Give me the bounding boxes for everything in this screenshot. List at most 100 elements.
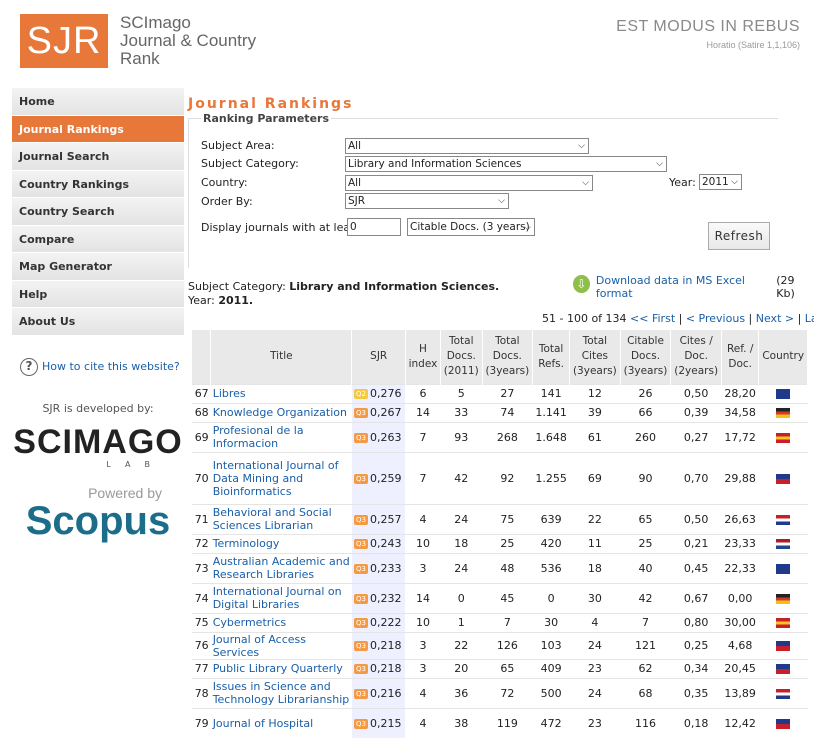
- uk-flag-icon[interactable]: [776, 664, 791, 674]
- country-cell: [758, 658, 808, 678]
- last-page-link[interactable]: Last >>: [805, 312, 814, 325]
- total-docs-cell: 33: [440, 402, 483, 422]
- journal-title-link[interactable]: Journal of Hospital: [213, 717, 314, 730]
- usa-flag-icon[interactable]: [776, 514, 791, 525]
- min-docs-type-select[interactable]: Citable Docs. (3 years) ⌵: [407, 218, 535, 236]
- year-value: 2011: [702, 176, 729, 188]
- journal-title-link[interactable]: International Journal on Digital Librari…: [213, 585, 342, 611]
- total-refs-cell: 639: [532, 503, 570, 534]
- uk-flag-icon[interactable]: [776, 641, 791, 651]
- first-page-link[interactable]: << First: [630, 312, 675, 325]
- scopus-logo[interactable]: Scopus: [12, 499, 184, 544]
- col-ref-per-doc[interactable]: Ref. / Doc.: [721, 330, 760, 384]
- usa-flag-icon[interactable]: [776, 688, 791, 699]
- total-docs-cell: 20: [440, 658, 483, 678]
- next-page-link[interactable]: Next >: [756, 312, 794, 325]
- download-icon[interactable]: ⇩: [573, 275, 590, 293]
- citable-docs-cell: 68: [620, 677, 671, 708]
- subject-area-select[interactable]: All ⌵: [345, 138, 589, 154]
- h-index-cell: 6: [405, 383, 441, 403]
- cite-link[interactable]: How to cite this website?: [42, 360, 180, 373]
- subject-category-select[interactable]: Library and Information Sciences ⌵: [345, 156, 667, 172]
- country-cell: [758, 503, 808, 534]
- country-select[interactable]: All ⌵: [345, 175, 593, 191]
- h-index-cell: 14: [405, 582, 441, 613]
- year-select[interactable]: 2011 ⌵: [699, 174, 742, 190]
- previous-page-link[interactable]: < Previous: [686, 312, 745, 325]
- quartile-badge: Q3: [353, 593, 368, 604]
- sidebar-item-help[interactable]: Help: [12, 280, 184, 308]
- subject-summary-line: Subject Category: Library and Informatio…: [188, 280, 499, 294]
- chevron-down-icon: ⌵: [524, 223, 531, 233]
- refresh-button[interactable]: Refresh: [708, 222, 770, 250]
- journal-title-link[interactable]: Australian Academic and Research Librari…: [213, 555, 350, 581]
- citable-docs-cell: 121: [620, 631, 671, 659]
- rank-number: 76: [192, 631, 211, 659]
- table-row: 77 Public Library Quarterly Q3 0,218 3 20 65 40…: [192, 658, 808, 678]
- sidebar-item-country-rankings[interactable]: Country Rankings: [12, 170, 184, 198]
- cites-per-doc-cell: 0,34: [670, 658, 722, 678]
- col-title[interactable]: Title: [210, 330, 353, 384]
- sidebar-item-map-generator[interactable]: Map Generator: [12, 253, 184, 281]
- journal-title-link[interactable]: Profesional de la Informacion: [213, 424, 304, 450]
- journal-title-link[interactable]: Public Library Quarterly: [213, 662, 343, 675]
- total-docs-3y-cell: 92: [482, 451, 533, 504]
- germany-flag-icon[interactable]: [776, 408, 791, 418]
- total-cites-cell: 12: [569, 383, 621, 403]
- australia-flag-icon[interactable]: [776, 389, 791, 399]
- journal-title-link[interactable]: Terminology: [213, 537, 280, 550]
- table-row: 70 International Journal of Data Mining a…: [192, 451, 808, 504]
- sidebar-item-compare[interactable]: Compare: [12, 225, 184, 253]
- site-name-line1: SCImago: [120, 13, 191, 32]
- ref-per-doc-cell: 26,63: [721, 503, 759, 534]
- subject-category-value: Library and Information Sciences: [348, 158, 522, 170]
- col-cites-per-doc[interactable]: Cites / Doc. (2years): [670, 330, 722, 384]
- netherlands-flag-icon[interactable]: [776, 539, 791, 549]
- quartile-badge: Q2: [353, 389, 368, 399]
- sjr-logo[interactable]: SJR: [20, 14, 108, 68]
- sidebar-item-journal-search[interactable]: Journal Search: [12, 143, 184, 171]
- year-label: Year:: [669, 176, 696, 189]
- country-cell: [758, 707, 808, 738]
- download-excel-link[interactable]: Download data in MS Excel format: [596, 274, 773, 300]
- order-by-select[interactable]: SJR ⌵: [345, 193, 509, 209]
- sidebar-item-about-us[interactable]: About Us: [12, 308, 184, 336]
- australia-flag-icon[interactable]: [776, 563, 791, 574]
- country-cell: [758, 612, 808, 632]
- col-h-index[interactable]: H index: [405, 330, 441, 384]
- sidebar-item-home[interactable]: Home: [12, 88, 184, 116]
- col-total-refs[interactable]: Total Refs.: [532, 330, 571, 384]
- sidebar-item-journal-rankings[interactable]: Journal Rankings: [12, 115, 184, 143]
- spain-flag-icon[interactable]: [776, 432, 791, 443]
- scimago-logo[interactable]: SCIMAGO: [12, 423, 184, 462]
- col-country[interactable]: Country: [758, 330, 808, 384]
- col-sjr[interactable]: SJR: [351, 330, 406, 384]
- journal-title-link[interactable]: Cybermetrics: [213, 616, 286, 629]
- journal-title-link[interactable]: Journal of Access Services: [213, 633, 306, 659]
- total-refs-cell: 0: [532, 582, 570, 613]
- total-docs-3y-cell: 65: [482, 658, 533, 678]
- col-total-docs-3y[interactable]: Total Docs. (3years): [482, 330, 534, 384]
- journal-title-link[interactable]: Libres: [213, 387, 246, 400]
- spain-flag-icon[interactable]: [776, 618, 791, 628]
- journal-title-link[interactable]: Behavioral and Social Sciences Librarian: [213, 506, 332, 532]
- journal-title-link[interactable]: Knowledge Organization: [213, 406, 347, 419]
- country-cell: [758, 533, 808, 553]
- uk-flag-icon[interactable]: [776, 718, 791, 729]
- sidebar-item-country-search[interactable]: Country Search: [12, 198, 184, 226]
- sjr-cell: Q3 0,233: [351, 552, 406, 583]
- col-total-cites-3y[interactable]: Total Cites (3years): [569, 330, 621, 384]
- uk-flag-icon[interactable]: [776, 473, 791, 484]
- journal-title-link[interactable]: International Journal of Data Mining and…: [213, 459, 339, 498]
- site-name: SCImago Journal & Country Rank: [120, 14, 256, 68]
- col-citable-docs-3y[interactable]: Citable Docs. (3years): [620, 330, 672, 384]
- journal-title-link[interactable]: Issues in Science and Technology Librari…: [213, 680, 350, 706]
- germany-flag-icon[interactable]: [776, 593, 791, 604]
- total-docs-cell: 24: [440, 552, 483, 583]
- min-docs-input[interactable]: 0: [347, 218, 401, 236]
- sjr-value: 0,233: [369, 561, 402, 575]
- total-docs-cell: 18: [440, 533, 483, 553]
- country-value: All: [348, 177, 362, 189]
- table-row: 72 Terminology Q3 0,243 10 18 25 420 11 25 0,21 23,…: [192, 533, 808, 553]
- col-total-docs-2011[interactable]: Total Docs. (2011): [440, 330, 483, 384]
